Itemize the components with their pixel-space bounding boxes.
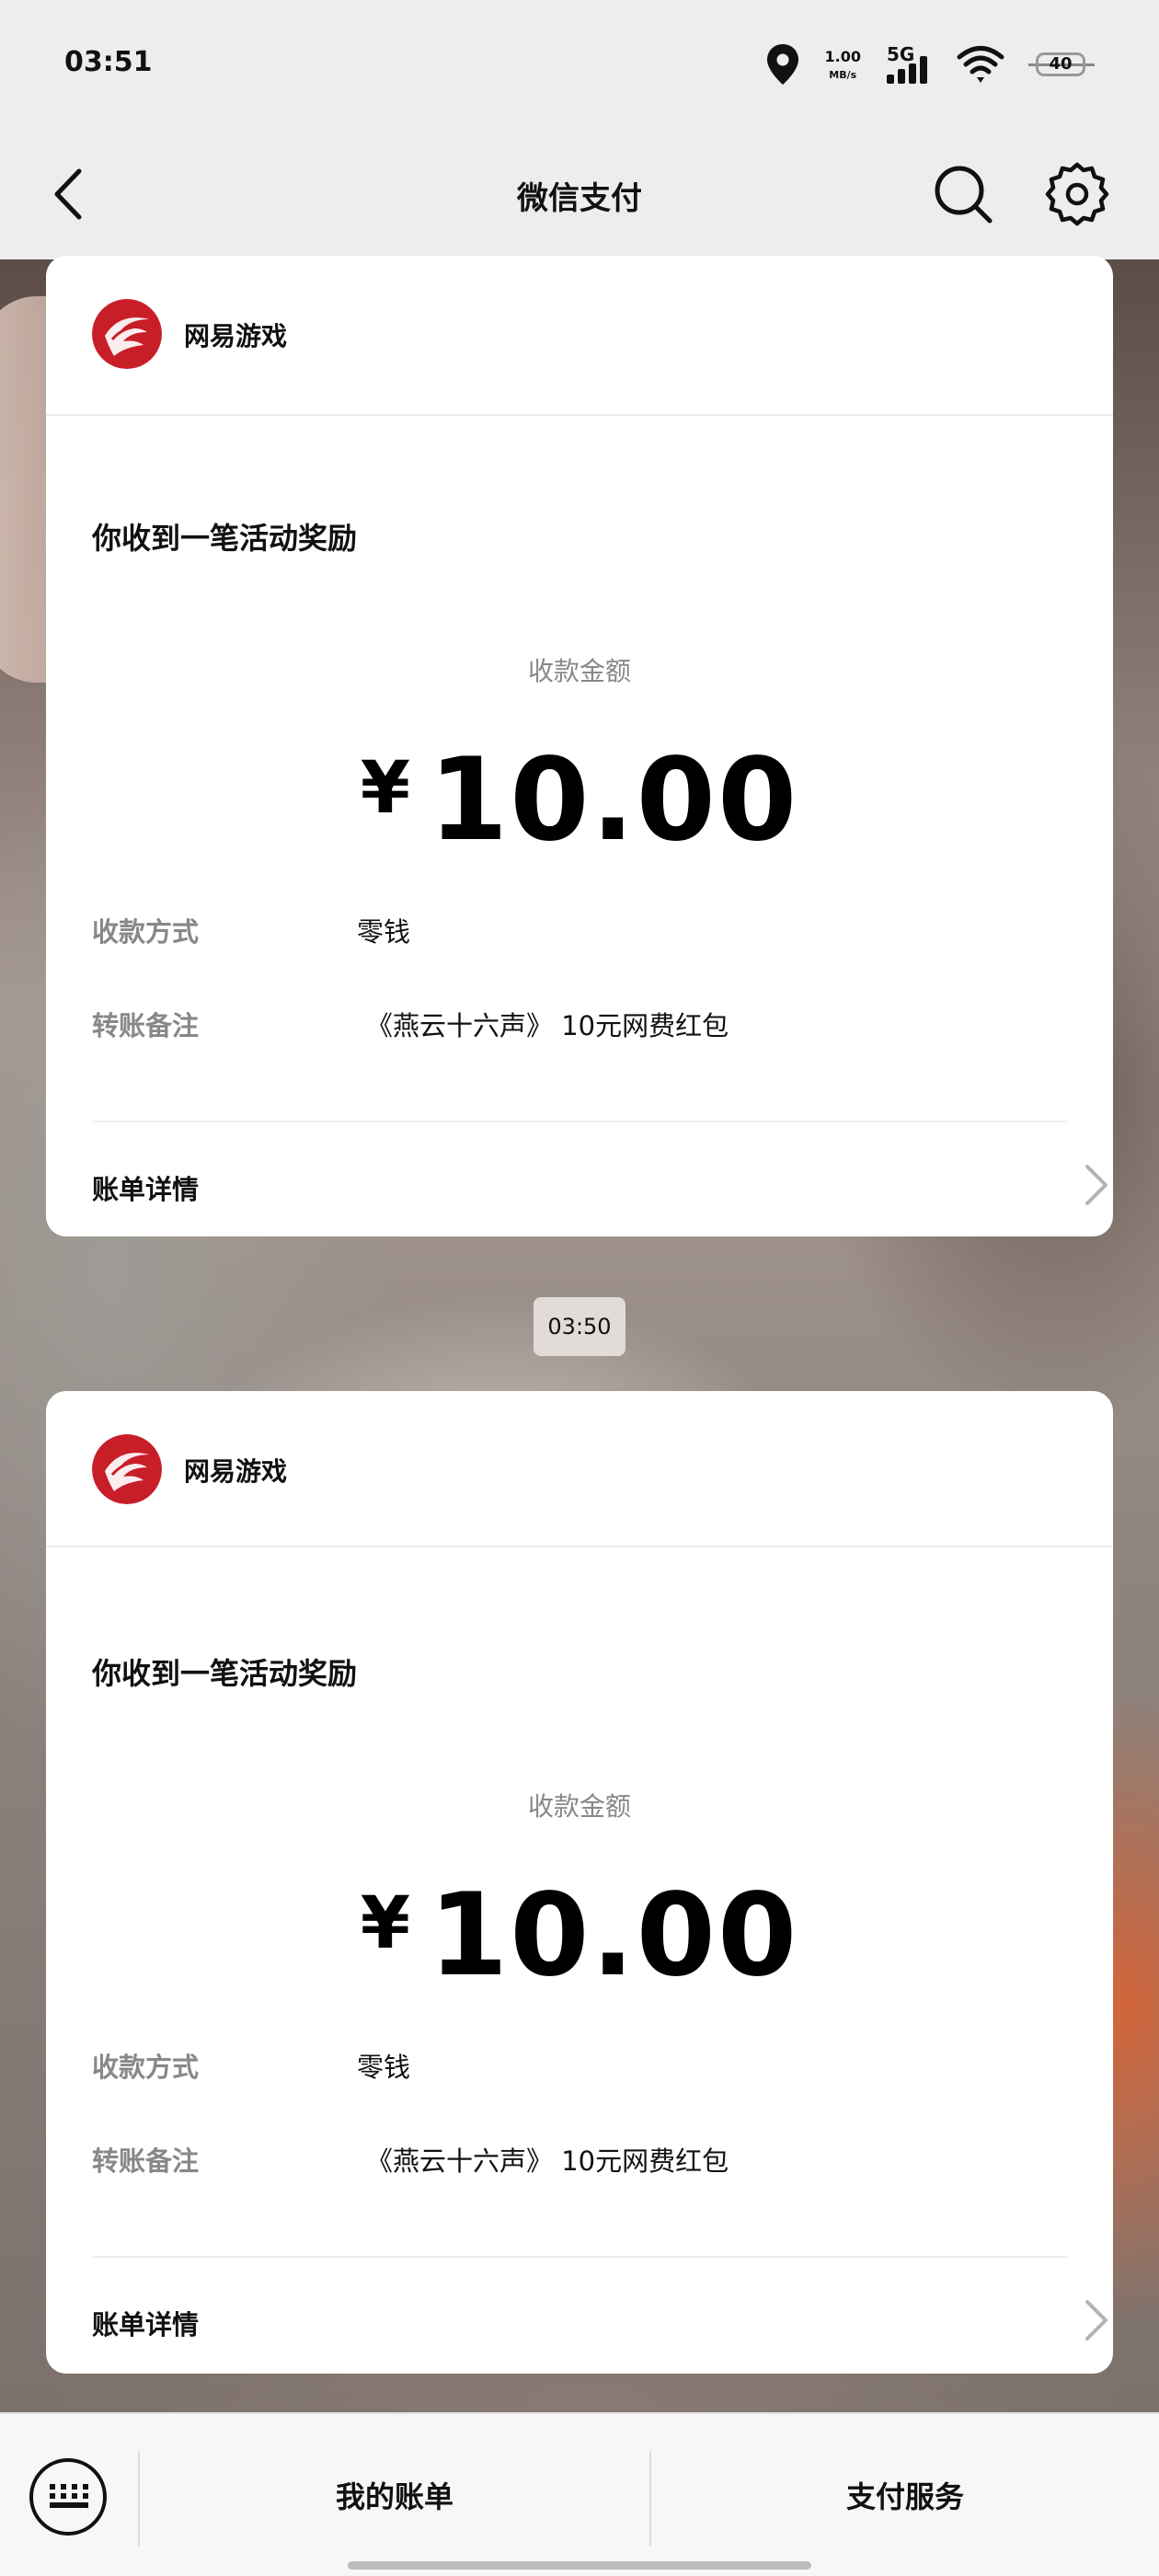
netease-logo-icon [92, 1434, 162, 1504]
location-icon [766, 44, 798, 85]
netease-logo-icon [92, 299, 162, 369]
merchant-name: 网易游戏 [184, 321, 288, 351]
status-time: 03:51 [64, 46, 153, 78]
card-title: 你收到一笔活动奖励 [92, 521, 358, 556]
bottom-menu-bar: 我的账单 支付服务 [0, 2412, 1159, 2576]
card-header[interactable]: 网易游戏 [46, 1391, 1113, 1547]
amount-value: 10.00 [429, 1869, 799, 2002]
gear-icon[interactable] [1043, 160, 1111, 228]
network-speed: 1.00 MB/s [824, 47, 861, 81]
menu-my-bills[interactable]: 我的账单 [140, 2449, 649, 2545]
transfer-remark-value: 《燕云十六声》 10元网费红包 [366, 2145, 729, 2177]
cellular-signal-icon: 5G [885, 43, 933, 86]
payment-method-value: 零钱 [357, 916, 411, 948]
transfer-remark-value: 《燕云十六声》 10元网费红包 [366, 1010, 729, 1041]
amount-label: 收款金额 [527, 1791, 631, 1822]
payment-card[interactable]: 网易游戏 你收到一笔活动奖励 收款金额 ¥10.00 收款方式 零钱 转账备注 … [46, 256, 1113, 1236]
battery-level: 40 [1049, 54, 1073, 74]
transfer-remark-label: 转账备注 [92, 2145, 200, 2177]
card-title: 你收到一笔活动奖励 [92, 1656, 358, 1691]
nav-bar: 微信支付 [0, 129, 1159, 259]
payment-method-value: 零钱 [357, 2052, 411, 2083]
transfer-remark-label: 转账备注 [92, 1010, 200, 1041]
bill-details-label: 账单详情 [92, 1174, 200, 1205]
battery-icon: 40 [1028, 51, 1095, 78]
payment-method-label: 收款方式 [92, 916, 200, 948]
network-speed-value: 1.00 [824, 47, 861, 65]
bill-details-row[interactable]: 账单详情 [46, 2258, 1113, 2374]
chevron-right-icon [1085, 2300, 1107, 2340]
network-speed-unit: MB/s [829, 68, 857, 81]
home-indicator[interactable] [348, 2561, 811, 2570]
amount: ¥10.00 [46, 734, 1113, 867]
currency-symbol: ¥ [360, 747, 411, 830]
status-bar: 03:51 1.00 MB/s 5G 40 [0, 0, 1159, 129]
amount-label: 收款金额 [527, 656, 631, 686]
payment-card[interactable]: 网易游戏 你收到一笔活动奖励 收款金额 ¥10.00 收款方式 零钱 转账备注 … [46, 1391, 1113, 2374]
bill-details-label: 账单详情 [92, 2309, 200, 2340]
currency-symbol: ¥ [360, 1882, 411, 1965]
amount-value: 10.00 [429, 734, 799, 867]
chevron-right-icon [1085, 1165, 1107, 1205]
message-timestamp: 03:50 [534, 1297, 625, 1356]
card-header[interactable]: 网易游戏 [46, 256, 1113, 416]
status-icons: 1.00 MB/s 5G 40 [764, 37, 1095, 92]
wifi-icon [957, 46, 1004, 83]
merchant-name: 网易游戏 [184, 1456, 288, 1487]
amount: ¥10.00 [46, 1869, 1113, 2002]
bill-details-row[interactable]: 账单详情 [46, 1122, 1113, 1236]
keyboard-toggle-icon[interactable] [29, 2458, 107, 2536]
search-icon[interactable] [929, 160, 997, 228]
menu-payment-services[interactable]: 支付服务 [651, 2449, 1159, 2545]
payment-method-label: 收款方式 [92, 2052, 200, 2083]
